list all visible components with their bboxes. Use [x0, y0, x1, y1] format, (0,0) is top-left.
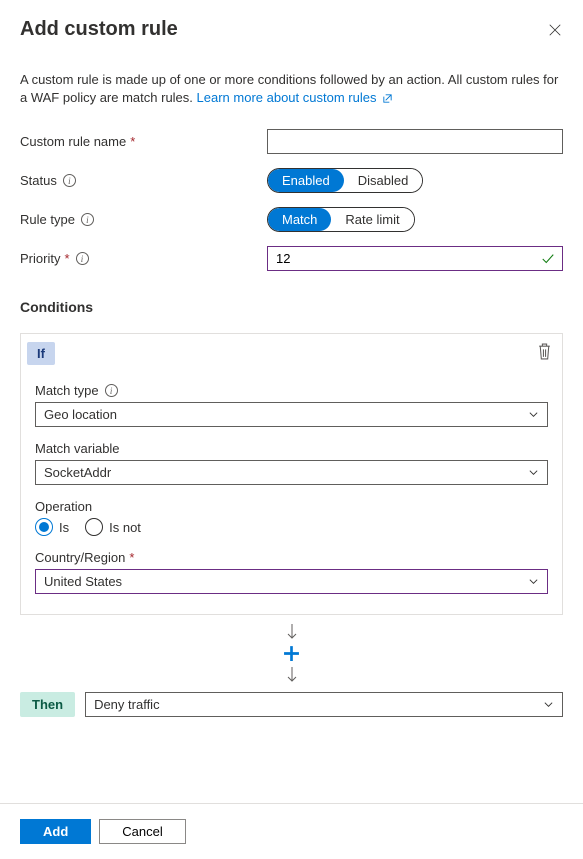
then-action-select[interactable]: Deny traffic: [85, 692, 563, 717]
country-label: Country/Region*: [35, 550, 548, 565]
if-badge: If: [27, 342, 55, 365]
country-value: United States: [44, 574, 122, 589]
checkmark-icon: [541, 252, 555, 266]
priority-input[interactable]: [267, 246, 563, 271]
chevron-down-icon: [528, 409, 539, 420]
rule-type-toggle[interactable]: Match Rate limit: [267, 207, 415, 232]
conditions-heading: Conditions: [20, 299, 563, 315]
match-type-select[interactable]: Geo location: [35, 402, 548, 427]
delete-icon[interactable]: [537, 343, 552, 360]
arrow-down-icon: [286, 623, 298, 641]
rule-type-rate-limit-option[interactable]: Rate limit: [331, 208, 413, 231]
info-icon[interactable]: i: [63, 174, 76, 187]
rule-name-input[interactable]: [267, 129, 563, 154]
operation-is-not-radio[interactable]: Is not: [85, 518, 141, 536]
match-variable-select[interactable]: SocketAddr: [35, 460, 548, 485]
info-icon[interactable]: i: [81, 213, 94, 226]
arrow-down-icon: [286, 666, 298, 684]
close-button[interactable]: [547, 22, 563, 38]
status-toggle[interactable]: Enabled Disabled: [267, 168, 423, 193]
operation-is-label: Is: [59, 520, 69, 535]
status-disabled-option[interactable]: Disabled: [344, 169, 423, 192]
condition-block: If Match type i Geo location Match varia…: [20, 333, 563, 615]
operation-label: Operation: [35, 499, 548, 514]
chevron-down-icon: [528, 576, 539, 587]
learn-more-link[interactable]: Learn more about custom rules: [197, 90, 394, 105]
info-icon[interactable]: i: [105, 384, 118, 397]
panel-title: Add custom rule: [20, 18, 178, 41]
cancel-button[interactable]: Cancel: [99, 819, 185, 844]
status-enabled-option[interactable]: Enabled: [268, 169, 344, 192]
rule-name-label: Custom rule name*: [20, 134, 267, 149]
match-type-value: Geo location: [44, 407, 117, 422]
priority-label: Priority* i: [20, 251, 267, 266]
chevron-down-icon: [543, 699, 554, 710]
external-link-icon: [382, 93, 393, 104]
operation-is-radio[interactable]: Is: [35, 518, 69, 536]
rule-type-match-option[interactable]: Match: [268, 208, 331, 231]
match-variable-label: Match variable: [35, 441, 548, 456]
learn-more-text: Learn more about custom rules: [197, 90, 377, 105]
add-condition-button[interactable]: [283, 645, 300, 662]
rule-type-label: Rule type i: [20, 212, 267, 227]
close-icon: [548, 23, 562, 37]
country-select[interactable]: United States: [35, 569, 548, 594]
then-badge: Then: [20, 692, 75, 717]
info-icon[interactable]: i: [76, 252, 89, 265]
status-label: Status i: [20, 173, 267, 188]
chevron-down-icon: [528, 467, 539, 478]
add-button[interactable]: Add: [20, 819, 91, 844]
match-type-label: Match type i: [35, 383, 548, 398]
then-value: Deny traffic: [94, 697, 160, 712]
operation-is-not-label: Is not: [109, 520, 141, 535]
match-variable-value: SocketAddr: [44, 465, 111, 480]
description-text: A custom rule is made up of one or more …: [20, 71, 563, 107]
